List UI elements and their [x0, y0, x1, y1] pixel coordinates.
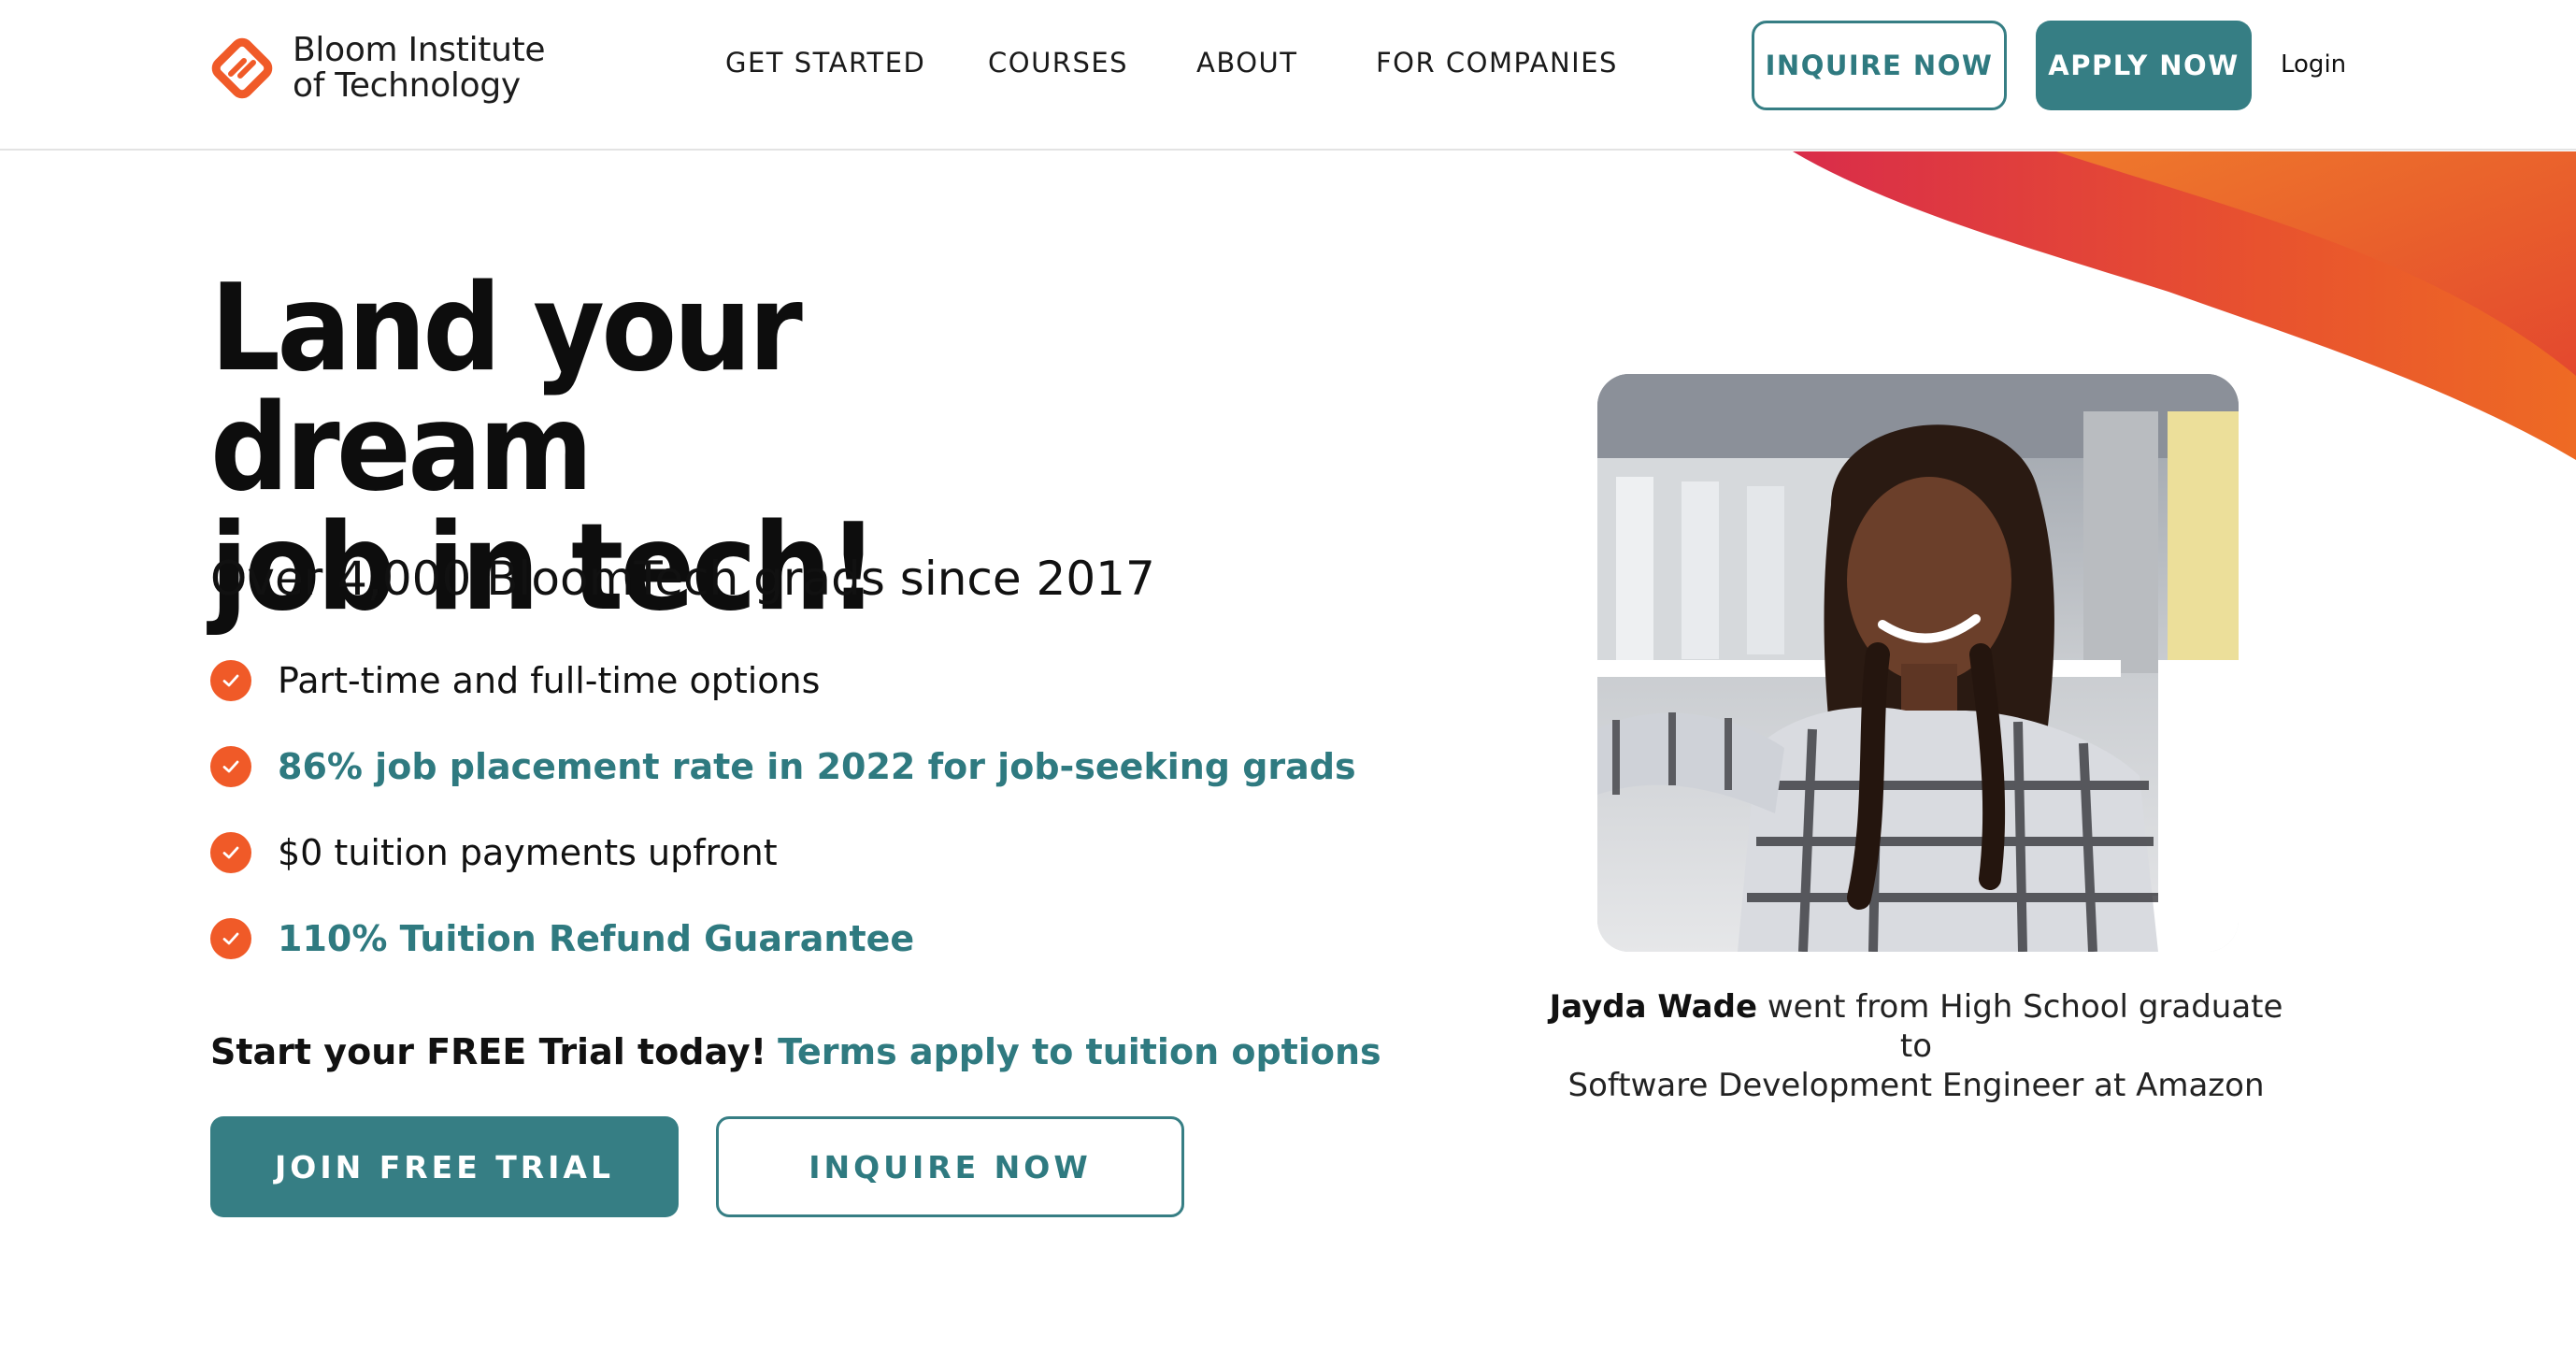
feature-item: 110% Tuition Refund Guarantee — [210, 918, 914, 959]
caption-text: went from High School graduate to — [1757, 988, 2283, 1065]
caption-line1: Jayda Wade went from High School graduat… — [1533, 987, 2299, 1066]
testimonial-caption: Jayda Wade went from High School graduat… — [1533, 987, 2299, 1105]
nav-item-for-companies[interactable]: FOR COMPANIES — [1376, 47, 1618, 79]
brand-name: Bloom Institute of Technology — [293, 31, 546, 105]
hero-subtitle: Over 4,000 BloomTech grads since 2017 — [210, 552, 1155, 606]
check-circle-icon — [210, 918, 251, 959]
trial-lead-text: Start your FREE Trial today! — [210, 1031, 767, 1072]
nav-item-about[interactable]: ABOUT — [1196, 47, 1298, 79]
feature-text: Part-time and full-time options — [278, 660, 821, 701]
join-free-trial-button[interactable]: JOIN FREE TRIAL — [210, 1116, 679, 1217]
feature-text-link[interactable]: 86% job placement rate in 2022 for job-s… — [278, 746, 1356, 787]
graduate-portrait-image — [1597, 374, 2239, 952]
feature-text: $0 tuition payments upfront — [278, 832, 778, 873]
feature-text-link[interactable]: 110% Tuition Refund Guarantee — [278, 918, 914, 959]
inquire-now-button[interactable]: INQUIRE NOW — [716, 1116, 1184, 1217]
terms-link[interactable]: Terms apply to tuition options — [778, 1031, 1381, 1072]
feature-item: Part-time and full-time options — [210, 660, 820, 701]
bloomtech-logo-icon — [211, 37, 273, 99]
check-circle-icon — [210, 746, 251, 787]
header-inquire-now-button[interactable]: INQUIRE NOW — [1752, 21, 2007, 110]
testimonial-photo — [1597, 374, 2239, 952]
site-header: Bloom Institute of Technology GET STARTE… — [0, 0, 2576, 151]
caption-line2: Software Development Engineer at Amazon — [1567, 1067, 2265, 1104]
login-link[interactable]: Login — [2281, 50, 2346, 79]
header-apply-now-button[interactable]: APPLY NOW — [2036, 21, 2252, 110]
brand-logo[interactable]: Bloom Institute of Technology — [210, 31, 546, 105]
check-circle-icon — [210, 660, 251, 701]
graduate-name: Jayda Wade — [1549, 988, 1758, 1026]
feature-item: 86% job placement rate in 2022 for job-s… — [210, 746, 1356, 787]
nav-item-courses[interactable]: COURSES — [988, 47, 1128, 79]
brand-name-line1: Bloom Institute — [293, 31, 546, 69]
brand-name-line2: of Technology — [293, 66, 521, 105]
nav-item-get-started[interactable]: GET STARTED — [725, 47, 925, 79]
hero-title-line1: Land your dream — [210, 259, 803, 518]
feature-item: $0 tuition payments upfront — [210, 832, 778, 873]
trial-line: Start your FREE Trial today! Terms apply… — [210, 1031, 1381, 1072]
check-circle-icon — [210, 832, 251, 873]
